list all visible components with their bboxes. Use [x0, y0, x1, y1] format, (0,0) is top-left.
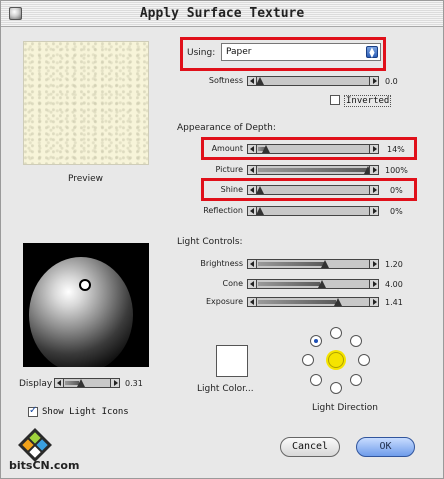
shine-slider[interactable]: [247, 185, 379, 195]
amount-value: 14%: [387, 145, 405, 154]
inverted-label[interactable]: Inverted: [344, 95, 392, 107]
cone-value: 4.00: [385, 280, 403, 289]
slider-right-arrow-icon[interactable]: [369, 145, 378, 153]
slider-left-arrow-icon[interactable]: [248, 145, 257, 153]
slider-right-arrow-icon[interactable]: [110, 379, 119, 387]
slider-thumb[interactable]: [256, 207, 264, 215]
slider-left-arrow-icon[interactable]: [55, 379, 64, 387]
preview-caption: Preview: [68, 174, 104, 184]
slider-fill: [258, 300, 336, 304]
direction-right[interactable]: [358, 354, 370, 366]
direction-bottom-right[interactable]: [350, 374, 362, 386]
depth-heading: Appearance of Depth:: [177, 123, 276, 133]
slider-thumb[interactable]: [77, 379, 85, 387]
softness-slider[interactable]: [247, 76, 379, 86]
slider-thumb[interactable]: [256, 77, 264, 85]
slider-left-arrow-icon[interactable]: [248, 260, 257, 268]
slider-left-arrow-icon[interactable]: [248, 166, 257, 174]
softness-value: 0.0: [385, 77, 398, 86]
slider-fill: [258, 168, 368, 172]
display-label: Display: [19, 379, 53, 389]
show-light-icons-label[interactable]: Show Light Icons: [42, 407, 129, 417]
direction-left[interactable]: [302, 354, 314, 366]
shine-value: 0%: [390, 186, 403, 195]
reflection-value: 0%: [390, 207, 403, 216]
cancel-button[interactable]: Cancel: [280, 437, 340, 457]
slider-fill: [258, 282, 320, 286]
using-value: Paper: [226, 47, 252, 57]
cone-slider[interactable]: [247, 279, 379, 289]
slider-left-arrow-icon[interactable]: [248, 298, 257, 306]
light-direction-caption: Light Direction: [312, 403, 378, 413]
picture-value: 100%: [385, 166, 408, 175]
slider-thumb[interactable]: [262, 145, 270, 153]
slider-right-arrow-icon[interactable]: [369, 298, 378, 306]
slider-right-arrow-icon[interactable]: [369, 280, 378, 288]
exposure-label: Exposure: [205, 297, 243, 306]
brightness-value: 1.20: [385, 260, 403, 269]
picture-label: Picture: [215, 165, 243, 174]
brightness-slider[interactable]: [247, 259, 379, 269]
light-position-icon[interactable]: [79, 279, 91, 291]
inverted-checkbox[interactable]: [330, 95, 340, 105]
slider-thumb[interactable]: [334, 298, 342, 306]
slider-thumb[interactable]: [256, 186, 264, 194]
sun-icon[interactable]: [328, 352, 344, 368]
direction-top[interactable]: [330, 327, 342, 339]
slider-thumb[interactable]: [318, 280, 326, 288]
slider-right-arrow-icon[interactable]: [369, 207, 378, 215]
using-select[interactable]: Paper ▲ ▼: [221, 43, 381, 61]
cone-label: Cone: [222, 279, 243, 288]
slider-fill: [258, 262, 324, 266]
slider-right-arrow-icon[interactable]: [369, 166, 378, 174]
using-label: Using:: [187, 48, 216, 58]
softness-label: Softness: [208, 76, 243, 85]
amount-label: Amount: [211, 144, 243, 153]
light-color-caption[interactable]: Light Color...: [197, 384, 254, 394]
light-color-swatch[interactable]: [216, 345, 248, 377]
ok-button[interactable]: OK: [356, 437, 415, 457]
slider-left-arrow-icon[interactable]: [248, 280, 257, 288]
slider-right-arrow-icon[interactable]: [369, 186, 378, 194]
direction-top-left[interactable]: [310, 335, 322, 347]
amount-slider[interactable]: [247, 144, 379, 154]
dialog-window: Apply Surface Texture Preview Using: Pap…: [0, 0, 444, 479]
picture-slider[interactable]: [247, 165, 379, 175]
light-preview[interactable]: [23, 243, 149, 367]
watermark-text: bitsCN.com: [9, 459, 80, 472]
slider-right-arrow-icon[interactable]: [369, 77, 378, 85]
slider-thumb[interactable]: [321, 260, 329, 268]
display-value: 0.31: [125, 379, 143, 388]
lit-sphere: [29, 257, 133, 367]
direction-bottom-left[interactable]: [310, 374, 322, 386]
slider-right-arrow-icon[interactable]: [369, 260, 378, 268]
reflection-slider[interactable]: [247, 206, 379, 216]
reflection-label: Reflection: [203, 206, 243, 215]
texture-preview: [23, 41, 149, 165]
exposure-slider[interactable]: [247, 297, 379, 307]
light-heading: Light Controls:: [177, 237, 243, 247]
window-title: Apply Surface Texture: [139, 6, 305, 21]
show-light-icons-checkbox[interactable]: [28, 405, 38, 417]
select-arrows-icon: ▲ ▼: [366, 46, 378, 59]
title-bar[interactable]: Apply Surface Texture: [1, 1, 443, 27]
direction-top-right[interactable]: [350, 335, 362, 347]
exposure-value: 1.41: [385, 298, 403, 307]
display-slider[interactable]: [54, 378, 120, 388]
shine-label: Shine: [220, 185, 243, 194]
brightness-label: Brightness: [200, 259, 243, 268]
direction-bottom[interactable]: [330, 382, 342, 394]
